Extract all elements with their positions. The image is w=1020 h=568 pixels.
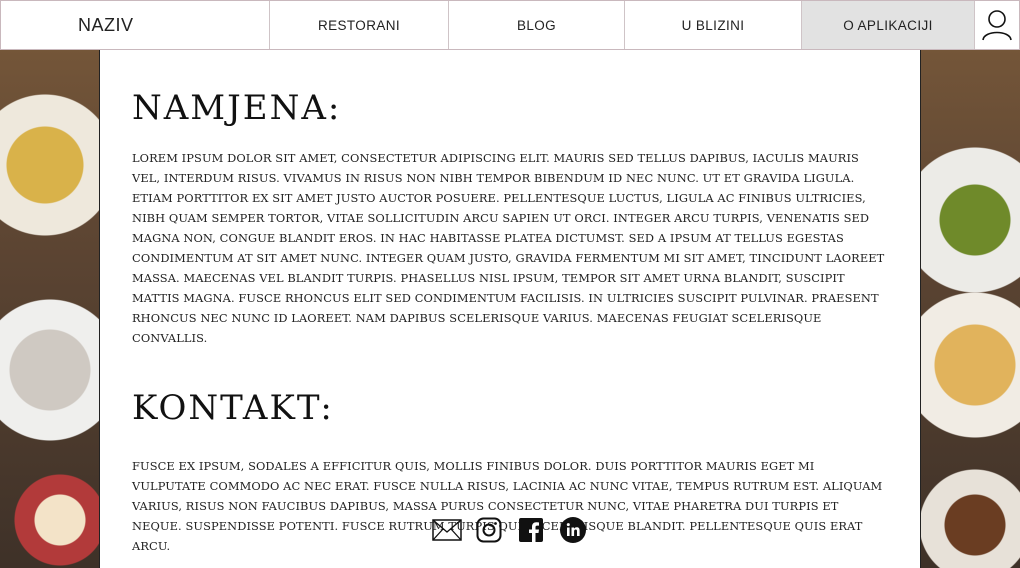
facebook-link[interactable] xyxy=(516,515,546,545)
nav-item-blog[interactable]: BLOG xyxy=(449,1,625,49)
user-icon xyxy=(982,10,1012,41)
social-links xyxy=(100,515,920,545)
instagram-icon xyxy=(476,517,502,543)
nav-item-restorani[interactable]: RESTORANI xyxy=(270,1,449,49)
instagram-link[interactable] xyxy=(474,515,504,545)
brand-name[interactable]: NAZIV xyxy=(1,1,270,49)
section-title-kontakt: KONTAKT: xyxy=(132,388,334,428)
section-title-namjena: NAMJENA: xyxy=(132,88,342,128)
linkedin-link[interactable] xyxy=(558,515,588,545)
mail-link[interactable] xyxy=(432,515,462,545)
linkedin-icon xyxy=(560,517,586,543)
user-account-button[interactable] xyxy=(975,1,1019,49)
section-text-namjena: Lorem ipsum dolor sit amet, consectetur … xyxy=(132,151,885,345)
facebook-icon xyxy=(519,518,543,542)
nav-item-o-aplikaciji[interactable]: O APLIKACIJI xyxy=(802,1,975,49)
nav-item-u-blizini[interactable]: U BLIZINI xyxy=(625,1,802,49)
top-navbar: NAZIV RESTORANI BLOG U BLIZINI O APLIKAC… xyxy=(0,0,1020,50)
content-panel: NAMJENA: Lorem ipsum dolor sit amet, con… xyxy=(99,50,921,568)
mail-icon xyxy=(432,519,462,541)
